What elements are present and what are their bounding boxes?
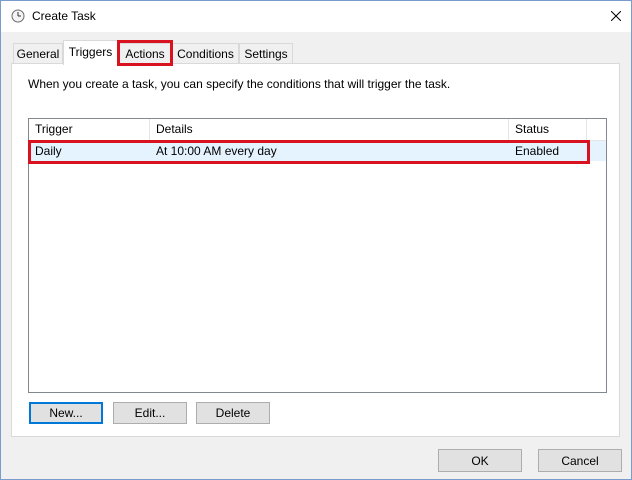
column-header-status[interactable]: Status <box>509 119 587 140</box>
row-status-cell: Enabled <box>515 144 560 158</box>
window-title: Create Task <box>32 9 96 23</box>
triggers-list[interactable]: Trigger Details Status Daily At 10:00 AM… <box>28 118 607 393</box>
row-trigger-cell: Daily <box>35 144 62 158</box>
create-task-window: Create Task General Triggers Actions Con… <box>0 0 632 480</box>
close-button[interactable] <box>601 1 631 32</box>
new-button[interactable]: New... <box>29 402 103 424</box>
cancel-button[interactable]: Cancel <box>538 449 622 472</box>
tab-actions[interactable]: Actions <box>118 43 172 63</box>
table-row[interactable]: Daily At 10:00 AM every day Enabled <box>29 141 606 161</box>
close-icon <box>610 10 622 24</box>
list-header: Trigger Details Status <box>29 119 606 141</box>
title-bar: Create Task <box>1 1 631 32</box>
column-header-trigger[interactable]: Trigger <box>29 119 150 140</box>
tab-conditions[interactable]: Conditions <box>172 43 239 63</box>
edit-button[interactable]: Edit... <box>113 402 187 424</box>
row-details-cell: At 10:00 AM every day <box>156 144 277 158</box>
delete-button[interactable]: Delete <box>196 402 270 424</box>
tab-triggers[interactable]: Triggers <box>63 40 118 65</box>
column-header-details[interactable]: Details <box>150 119 509 140</box>
triggers-panel: When you create a task, you can specify … <box>11 63 620 437</box>
triggers-description: When you create a task, you can specify … <box>28 77 451 91</box>
ok-button[interactable]: OK <box>438 449 522 472</box>
clock-icon <box>11 9 25 23</box>
tab-settings[interactable]: Settings <box>239 43 293 63</box>
tab-general[interactable]: General <box>13 43 63 63</box>
